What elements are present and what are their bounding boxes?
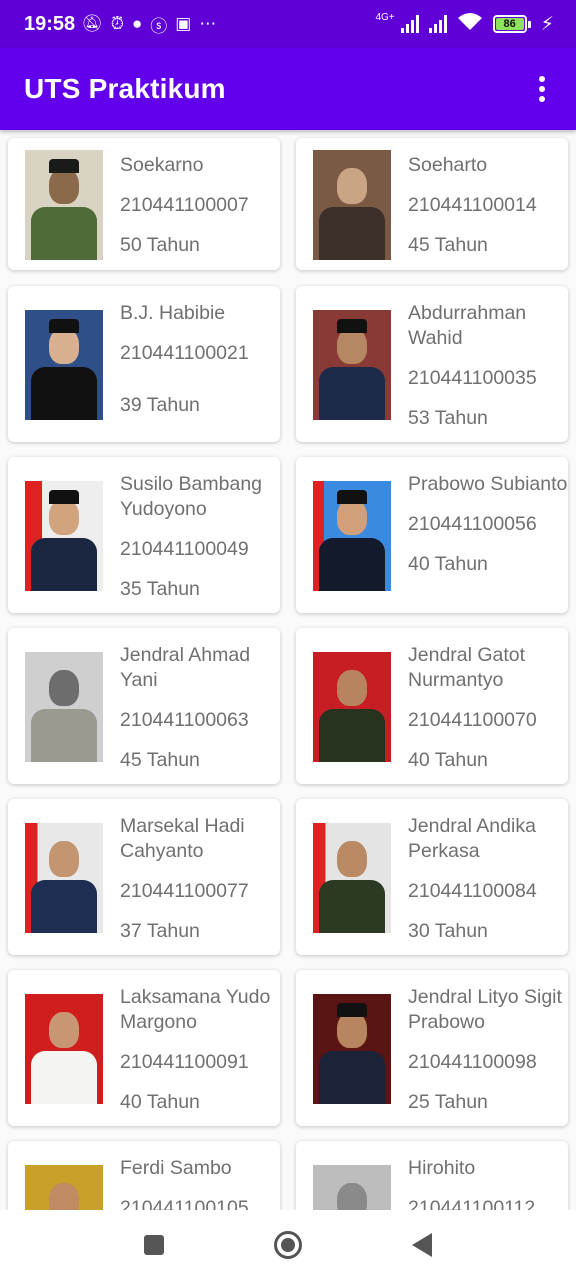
- list-item[interactable]: Jendral Ahmad Yani 210441100063 45 Tahun: [8, 628, 280, 784]
- home-icon[interactable]: [271, 1228, 305, 1262]
- item-age: 37 Tahun: [120, 920, 200, 942]
- item-name: B.J. Habibie: [120, 302, 226, 324]
- status-right-icons: 4G+ 86 ⚡︎: [375, 11, 554, 37]
- status-left-icons: 🔕︎ ⏰︎ ● ⓢ ▣ ⋯: [81, 12, 216, 37]
- list-item[interactable]: Abdurrahman Wahid 210441100035 53 Tahun: [296, 286, 568, 442]
- network-label: 4G+: [375, 11, 395, 23]
- list-item[interactable]: Jendral Andika Perkasa 210441100084 30 T…: [296, 799, 568, 955]
- item-name: Soeharto: [408, 154, 488, 176]
- item-nim: 210441100105: [120, 1197, 249, 1210]
- list-item[interactable]: Prabowo Subianto 210441100056 40 Tahun: [296, 457, 568, 613]
- president-list[interactable]: Soekarno 210441100007 50 Tahun Soeharto …: [0, 130, 576, 1210]
- profile-photo: [313, 1165, 391, 1210]
- item-nim: 210441100021: [120, 342, 249, 364]
- profile-photo: [25, 1165, 103, 1210]
- item-age: 40 Tahun: [120, 1091, 200, 1113]
- recents-icon[interactable]: [137, 1228, 171, 1262]
- battery-icon: 86: [492, 15, 531, 33]
- profile-photo: [313, 994, 391, 1104]
- item-name: Jendral Gatot Nurmantyo: [408, 644, 526, 691]
- item-name: Ferdi Sambo: [120, 1157, 232, 1179]
- profile-photo: [313, 652, 391, 762]
- navigation-bar: [0, 1210, 576, 1280]
- item-nim: 210441100091: [120, 1051, 249, 1073]
- signal-icon: [400, 15, 419, 33]
- item-nim: 210441100112: [408, 1197, 536, 1210]
- status-bar: 19:58 🔕︎ ⏰︎ ● ⓢ ▣ ⋯ 4G+ 86 ⚡︎: [0, 0, 576, 48]
- list-item[interactable]: Soekarno 210441100007 50 Tahun: [8, 138, 280, 270]
- list-item[interactable]: B.J. Habibie 210441100021 39 Tahun: [8, 286, 280, 442]
- item-name: Susilo Bambang Yudoyono: [120, 473, 263, 520]
- profile-photo: [25, 310, 103, 420]
- list-item[interactable]: Ferdi Sambo 210441100105: [8, 1141, 280, 1210]
- item-nim: 210441100007: [120, 194, 249, 216]
- mute-icon: 🔕︎: [81, 14, 103, 33]
- item-name: Jendral Andika Perkasa: [408, 815, 536, 862]
- item-age: 25 Tahun: [408, 1091, 488, 1113]
- list-item[interactable]: Jendral Lityo Sigit Prabowo 210441100098…: [296, 970, 568, 1126]
- item-age: 40 Tahun: [408, 749, 488, 771]
- item-nim: 210441100077: [120, 880, 249, 902]
- list-item[interactable]: Marsekal Hadi Cahyanto 210441100077 37 T…: [8, 799, 280, 955]
- item-nim: 210441100098: [408, 1051, 537, 1073]
- item-nim: 210441100049: [120, 538, 249, 560]
- battery-level: 86: [495, 18, 524, 30]
- list-item[interactable]: Hirohito 210441100112: [296, 1141, 568, 1210]
- item-age: 39 Tahun: [120, 394, 200, 416]
- item-age: 30 Tahun: [408, 920, 488, 942]
- item-name: Marsekal Hadi Cahyanto: [120, 815, 245, 862]
- wifi-icon: [457, 11, 483, 37]
- profile-photo: [313, 823, 391, 933]
- item-name: Abdurrahman Wahid: [408, 302, 527, 349]
- item-nim: 210441100035: [408, 367, 537, 389]
- profile-photo: [25, 823, 103, 933]
- item-name: Prabowo Subianto: [408, 473, 568, 495]
- profile-photo: [313, 481, 391, 591]
- signal-icon: [428, 15, 447, 33]
- list-item[interactable]: Jendral Gatot Nurmantyo 210441100070 40 …: [296, 628, 568, 784]
- item-nim: 210441100056: [408, 513, 537, 535]
- more-icon: ⋯: [199, 14, 217, 33]
- item-nim: 210441100084: [408, 880, 537, 902]
- charging-icon: ⚡︎: [540, 13, 554, 35]
- item-age: 53 Tahun: [408, 407, 488, 429]
- profile-photo: [25, 481, 103, 591]
- profile-photo: [313, 310, 391, 420]
- app-title: UTS Praktikum: [24, 73, 226, 104]
- list-item[interactable]: Soeharto 210441100014 45 Tahun: [296, 138, 568, 270]
- item-nim: 210441100070: [408, 709, 537, 731]
- item-age: 40 Tahun: [408, 553, 488, 575]
- item-name: Jendral Lityo Sigit Prabowo: [408, 986, 562, 1033]
- whatsapp-icon: ●: [132, 14, 143, 33]
- item-age: 35 Tahun: [120, 578, 200, 600]
- list-item[interactable]: Susilo Bambang Yudoyono 210441100049 35 …: [8, 457, 280, 613]
- profile-photo: [25, 150, 103, 260]
- profile-photo: [25, 652, 103, 762]
- status-time: 19:58: [24, 12, 76, 35]
- item-name: Soekarno: [120, 154, 204, 176]
- s-icon: ⓢ: [150, 16, 168, 36]
- back-icon[interactable]: [405, 1228, 439, 1262]
- item-nim: 210441100014: [408, 194, 537, 216]
- app-bar: UTS Praktikum: [0, 48, 576, 130]
- alarm-icon: ⏰︎: [110, 14, 125, 33]
- item-name: Laksamana Yudo Margono: [120, 986, 271, 1033]
- profile-photo: [25, 994, 103, 1104]
- item-age: 45 Tahun: [408, 234, 488, 256]
- item-name: Jendral Ahmad Yani: [120, 644, 251, 691]
- list-item[interactable]: Laksamana Yudo Margono 210441100091 40 T…: [8, 970, 280, 1126]
- item-nim: 210441100063: [120, 709, 249, 731]
- item-age: 50 Tahun: [120, 234, 200, 256]
- item-age: 45 Tahun: [120, 749, 200, 771]
- more-vert-icon[interactable]: [532, 74, 552, 104]
- item-name: Hirohito: [408, 1157, 476, 1179]
- gallery-icon: ▣: [175, 14, 192, 33]
- profile-photo: [313, 150, 391, 260]
